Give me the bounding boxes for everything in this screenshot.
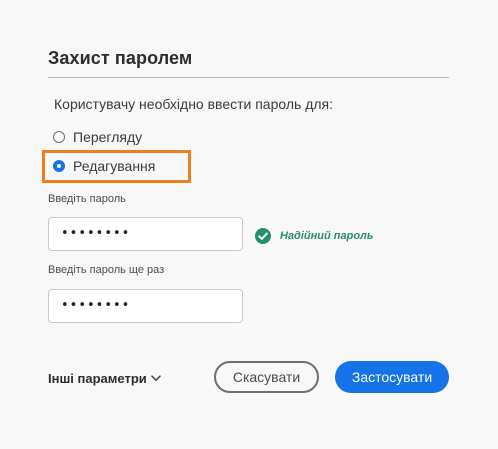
radio-view-label: Перегляду: [73, 129, 143, 145]
confirm-password-label: Введіть пароль ще раз: [48, 264, 165, 276]
radio-view-icon[interactable]: [53, 131, 65, 143]
password-input[interactable]: ••••••••: [48, 217, 243, 251]
more-options-toggle[interactable]: Інші параметри: [48, 371, 161, 386]
cancel-button[interactable]: Скасувати: [214, 361, 319, 393]
password-strength: Надійний пароль: [255, 228, 373, 244]
radio-option-edit[interactable]: Редагування: [53, 158, 155, 174]
radio-edit-icon[interactable]: [53, 160, 65, 172]
check-circle-icon: [255, 228, 271, 244]
more-options-label: Інші параметри: [48, 371, 147, 386]
strength-text: Надійний пароль: [280, 230, 374, 242]
chevron-down-icon: [150, 375, 161, 381]
radio-edit-label: Редагування: [73, 158, 156, 174]
radio-option-view[interactable]: Перегляду: [53, 129, 142, 145]
password-protection-dialog: Захист паролем Користувачу необхідно вве…: [0, 0, 498, 449]
prompt-text: Користувачу необхідно ввести пароль для:: [54, 96, 334, 112]
dialog-title: Захист паролем: [48, 48, 193, 68]
confirm-password-input[interactable]: ••••••••: [48, 289, 243, 323]
apply-button[interactable]: Застосувати: [335, 361, 449, 393]
title-divider: [48, 77, 449, 78]
password-label: Введіть пароль: [48, 193, 126, 205]
